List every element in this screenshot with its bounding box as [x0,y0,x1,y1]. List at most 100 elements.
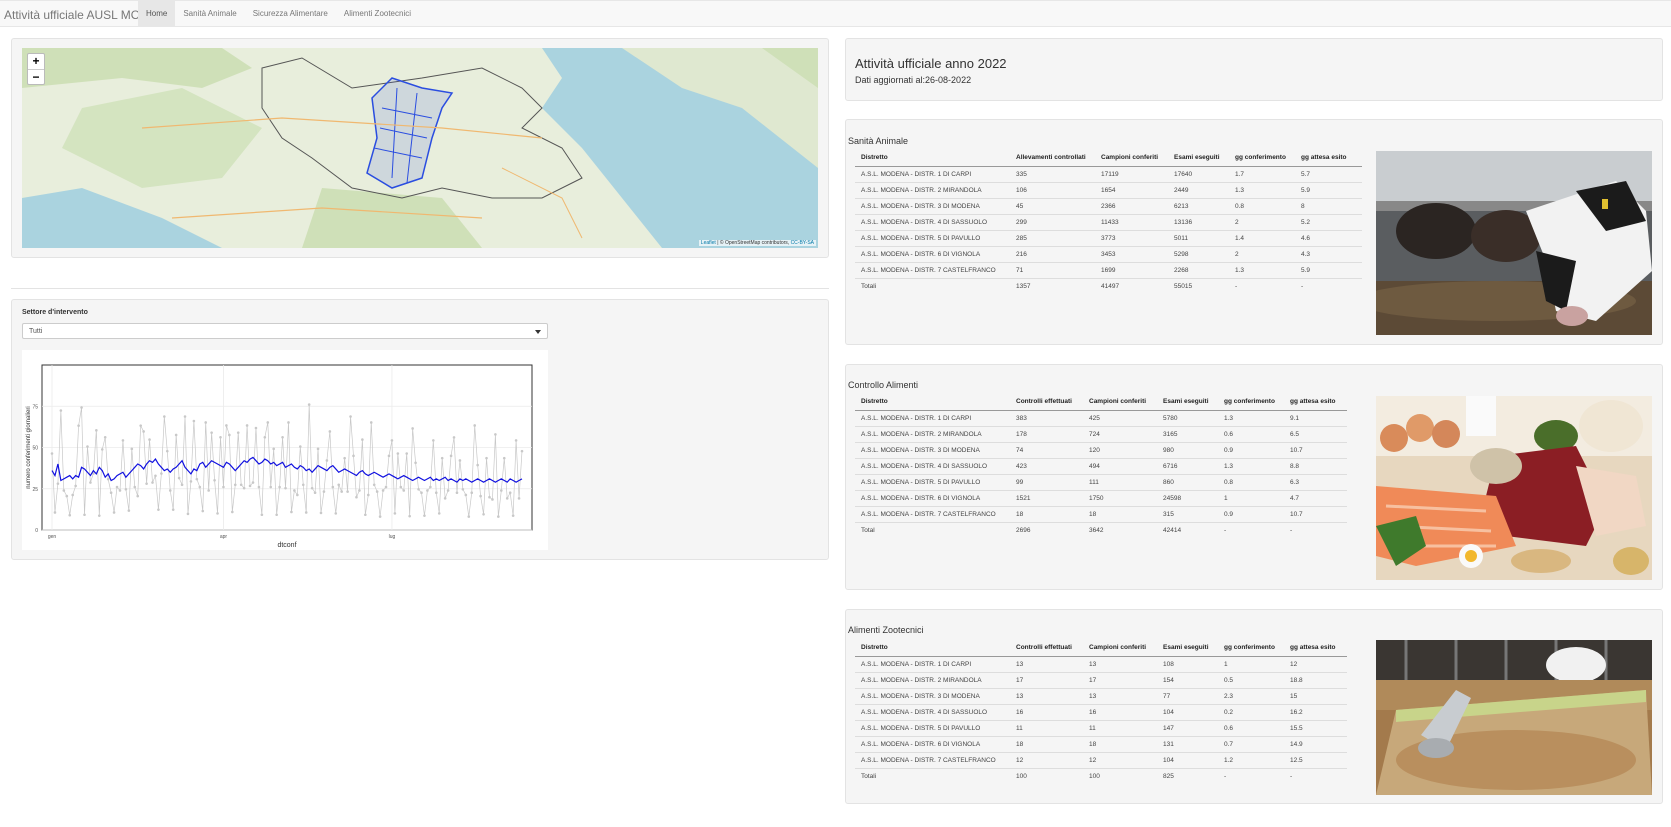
raw-series-point [231,510,234,514]
table-cell: 99 [1010,473,1083,490]
raw-series-point [53,511,57,514]
column-header[interactable]: Campioni conferiti [1095,150,1168,167]
table-row: A.S.L. MODENA - DISTR. 3 DI MODENA 74 120 9… [855,441,1347,458]
table-cell: 15 [1284,687,1347,704]
raw-series-point [71,493,74,497]
tab-sicurezza-alimentare[interactable]: Sicurezza Alimentare [245,1,336,27]
raw-series-point [464,493,468,497]
raw-series-point [502,456,506,460]
raw-series-point [334,512,338,515]
column-header[interactable]: gg attesa esito [1295,150,1362,167]
table-cell: A.S.L. MODENA - DISTR. 7 CASTELFRANCO [855,505,1010,522]
raw-series-point [186,512,190,516]
raw-series-point [517,497,521,500]
map-attribution: Leaflet | © OpenStreetMap contributors, … [698,240,816,246]
table-cell: 100 [1010,767,1083,784]
table-row: A.S.L. MODENA - DISTR. 1 DI CARPI 383 425 5… [855,409,1347,426]
raw-series-point [429,485,432,489]
map[interactable]: Leaflet | © OpenStreetMap contributors, … [22,48,818,248]
time-series-plot: 0 25 50 75 gen apr lug dtconf numero conferiment… [22,350,548,550]
tab-sanita-animale[interactable]: Sanità Animale [175,1,244,27]
table-cell: 13 [1083,687,1157,704]
table-cell: A.S.L. MODENA - DISTR. 5 DI PAVULLO [855,719,1010,736]
raw-series-point [381,489,385,492]
raw-series-point [304,511,308,514]
table-cell: 16 [1010,703,1083,720]
table-header-row: Distretto Controlli effettuati Campioni co… [855,640,1347,657]
table-cell: 980 [1157,441,1218,458]
table-cell: - [1218,767,1284,784]
table-cell: 14.9 [1284,735,1347,752]
raw-series-point [449,454,453,458]
table-cell: 45 [1010,197,1095,214]
table-cell: 6.5 [1284,425,1347,442]
table-cell: 299 [1010,213,1095,230]
column-header[interactable]: Campioni conferiti [1083,394,1157,411]
column-header[interactable]: Distretto [855,150,1010,167]
raw-series-point [59,409,63,412]
raw-series-point [437,512,441,515]
table-cell: A.S.L. MODENA - DISTR. 2 MIRANDOLA [855,425,1010,442]
raw-series-point [434,491,438,495]
settore-select[interactable]: Tutti [22,323,548,339]
raw-series-point [467,515,471,518]
leaflet-link[interactable]: Leaflet [701,240,716,246]
zoom-out-button[interactable]: − [28,69,44,84]
raw-series-point [257,485,261,489]
column-header[interactable]: Esami eseguiti [1157,640,1218,657]
raw-series-point [236,431,240,434]
raw-series-point [384,485,388,489]
column-header[interactable]: Campioni conferiti [1083,640,1157,657]
raw-series-point [322,490,326,493]
raw-series-point [121,439,125,442]
raw-series-point [488,495,491,499]
raw-series-point [189,480,193,483]
column-header[interactable]: Controlli effettuati [1010,394,1083,411]
column-header[interactable]: Allevamenti controllati [1010,150,1095,167]
raw-series-point [511,514,515,517]
table-cell: 13136 [1168,213,1229,230]
raw-series-point [281,435,284,439]
raw-series-point [352,454,355,458]
column-header[interactable]: gg conferimento [1218,394,1284,411]
raw-series-point [396,452,400,455]
table-cell: 5.9 [1295,181,1362,198]
raw-series-point [183,415,187,418]
raw-series-point [455,491,459,495]
column-header[interactable]: gg conferimento [1218,640,1284,657]
raw-series-point [89,481,92,484]
table-cell: 494 [1083,457,1157,474]
table-cell: 13 [1083,655,1157,672]
column-header[interactable]: gg attesa esito [1284,394,1347,411]
raw-series-point [316,447,320,451]
cc-link[interactable]: CC-BY-SA [791,240,814,246]
column-header[interactable]: gg attesa esito [1284,640,1347,657]
raw-series-point [50,452,54,455]
raw-series-point [476,463,479,467]
table-cell: 6.3 [1284,473,1347,490]
table-cell: 1699 [1095,261,1168,278]
column-header[interactable]: Distretto [855,394,1010,411]
table-cell: 18.8 [1284,671,1347,688]
raw-series-point [201,509,205,513]
tab-home[interactable]: Home [138,1,176,27]
column-header[interactable]: Distretto [855,640,1010,657]
raw-series-point [151,481,154,484]
column-header[interactable]: gg conferimento [1229,150,1295,167]
raw-series-point [68,513,72,517]
column-header[interactable]: Esami eseguiti [1157,394,1218,411]
table-cell: 2366 [1095,197,1168,214]
table-cell: 285 [1010,229,1095,246]
raw-series-point [106,477,110,481]
column-header[interactable]: Controlli effettuati [1010,640,1083,657]
raw-series-point [139,424,142,427]
column-header[interactable]: Esami eseguiti [1168,150,1229,167]
raw-series-point [313,491,317,495]
tab-alimenti-zootecnici[interactable]: Alimenti Zootecnici [336,1,419,27]
raw-series-point [245,424,249,427]
table-row: A.S.L. MODENA - DISTR. 2 MIRANDOLA 178 724… [855,425,1347,442]
table-row: A.S.L. MODENA - DISTR. 5 DI PAVULLO 99 111… [855,473,1347,490]
raw-series-point [216,512,219,515]
zoom-in-button[interactable]: + [28,54,44,69]
filter-label: Settore d'intervento [22,309,88,316]
